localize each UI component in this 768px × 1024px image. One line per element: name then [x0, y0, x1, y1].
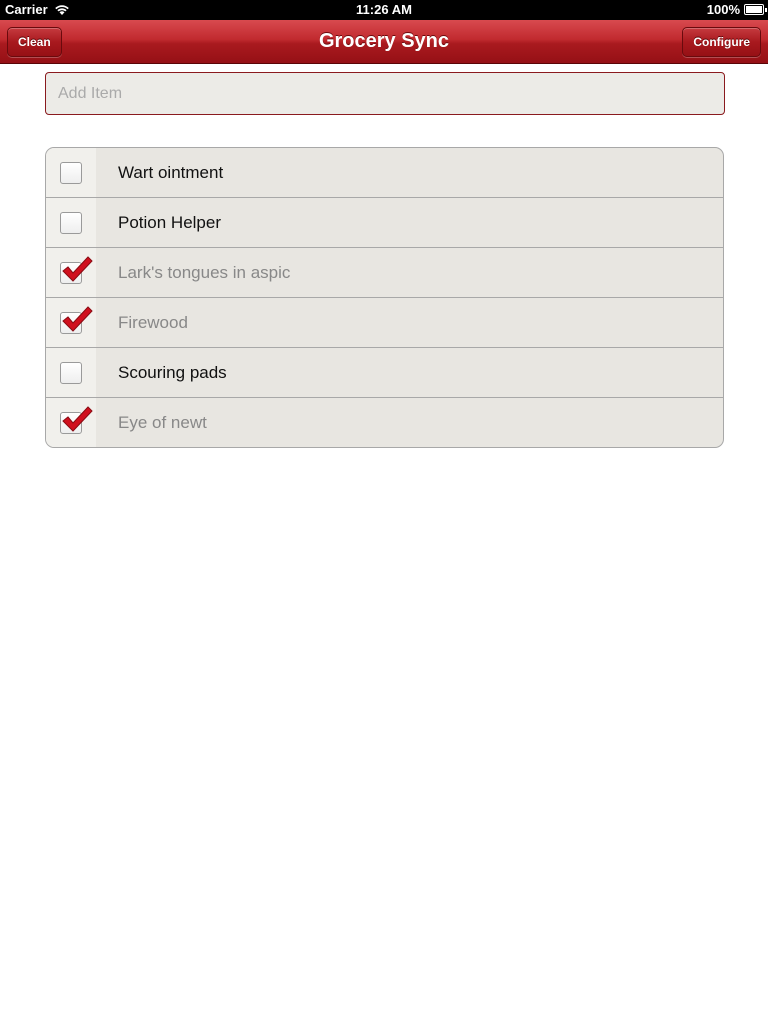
- status-time: 11:26 AM: [356, 2, 412, 17]
- checkbox-cell[interactable]: [46, 298, 96, 347]
- battery-icon: [744, 4, 767, 15]
- checkbox-unchecked[interactable]: [60, 361, 82, 384]
- list-item[interactable]: Wart ointment: [46, 148, 723, 198]
- list-item-label: Wart ointment: [118, 162, 224, 182]
- checkmark-icon: [62, 405, 93, 432]
- add-item-input[interactable]: [45, 72, 725, 115]
- navigation-bar: Clean Grocery Sync Configure: [0, 20, 768, 64]
- checkmark-icon: [62, 305, 93, 332]
- checkbox-checked[interactable]: [60, 255, 93, 284]
- battery-indicator: 100%: [706, 2, 767, 17]
- checkbox-cell[interactable]: [46, 348, 96, 397]
- grocery-list: Wart ointment Potion Helper Lark's tongues…: [45, 147, 724, 448]
- list-item-label: Potion Helper: [118, 212, 222, 232]
- battery-percent: 100%: [706, 2, 740, 17]
- list-item-label: Scouring pads: [118, 362, 227, 382]
- list-item-label: Firewood: [118, 312, 188, 332]
- list-item-label: Eye of newt: [118, 412, 207, 432]
- list-item-label: Lark's tongues in aspic: [118, 262, 291, 282]
- page-title: Grocery Sync: [318, 30, 450, 52]
- checkbox-cell[interactable]: [46, 248, 96, 297]
- list-item[interactable]: Eye of newt: [46, 398, 723, 447]
- checkbox-unchecked[interactable]: [60, 211, 82, 234]
- list-item[interactable]: Scouring pads: [46, 348, 723, 398]
- checkbox-cell[interactable]: [46, 148, 96, 197]
- checkbox-checked[interactable]: [60, 305, 93, 334]
- list-item[interactable]: Lark's tongues in aspic: [46, 248, 723, 298]
- checkmark-icon: [62, 255, 93, 282]
- checkbox-cell[interactable]: [46, 398, 96, 447]
- checkbox-unchecked[interactable]: [60, 161, 82, 184]
- configure-button[interactable]: Configure: [682, 27, 761, 57]
- checkbox-checked[interactable]: [60, 405, 93, 434]
- list-item[interactable]: Firewood: [46, 298, 723, 348]
- checkbox-cell[interactable]: [46, 198, 96, 247]
- list-item[interactable]: Potion Helper: [46, 198, 723, 248]
- status-bar: Carrier 11:26 AM 100%: [0, 0, 768, 20]
